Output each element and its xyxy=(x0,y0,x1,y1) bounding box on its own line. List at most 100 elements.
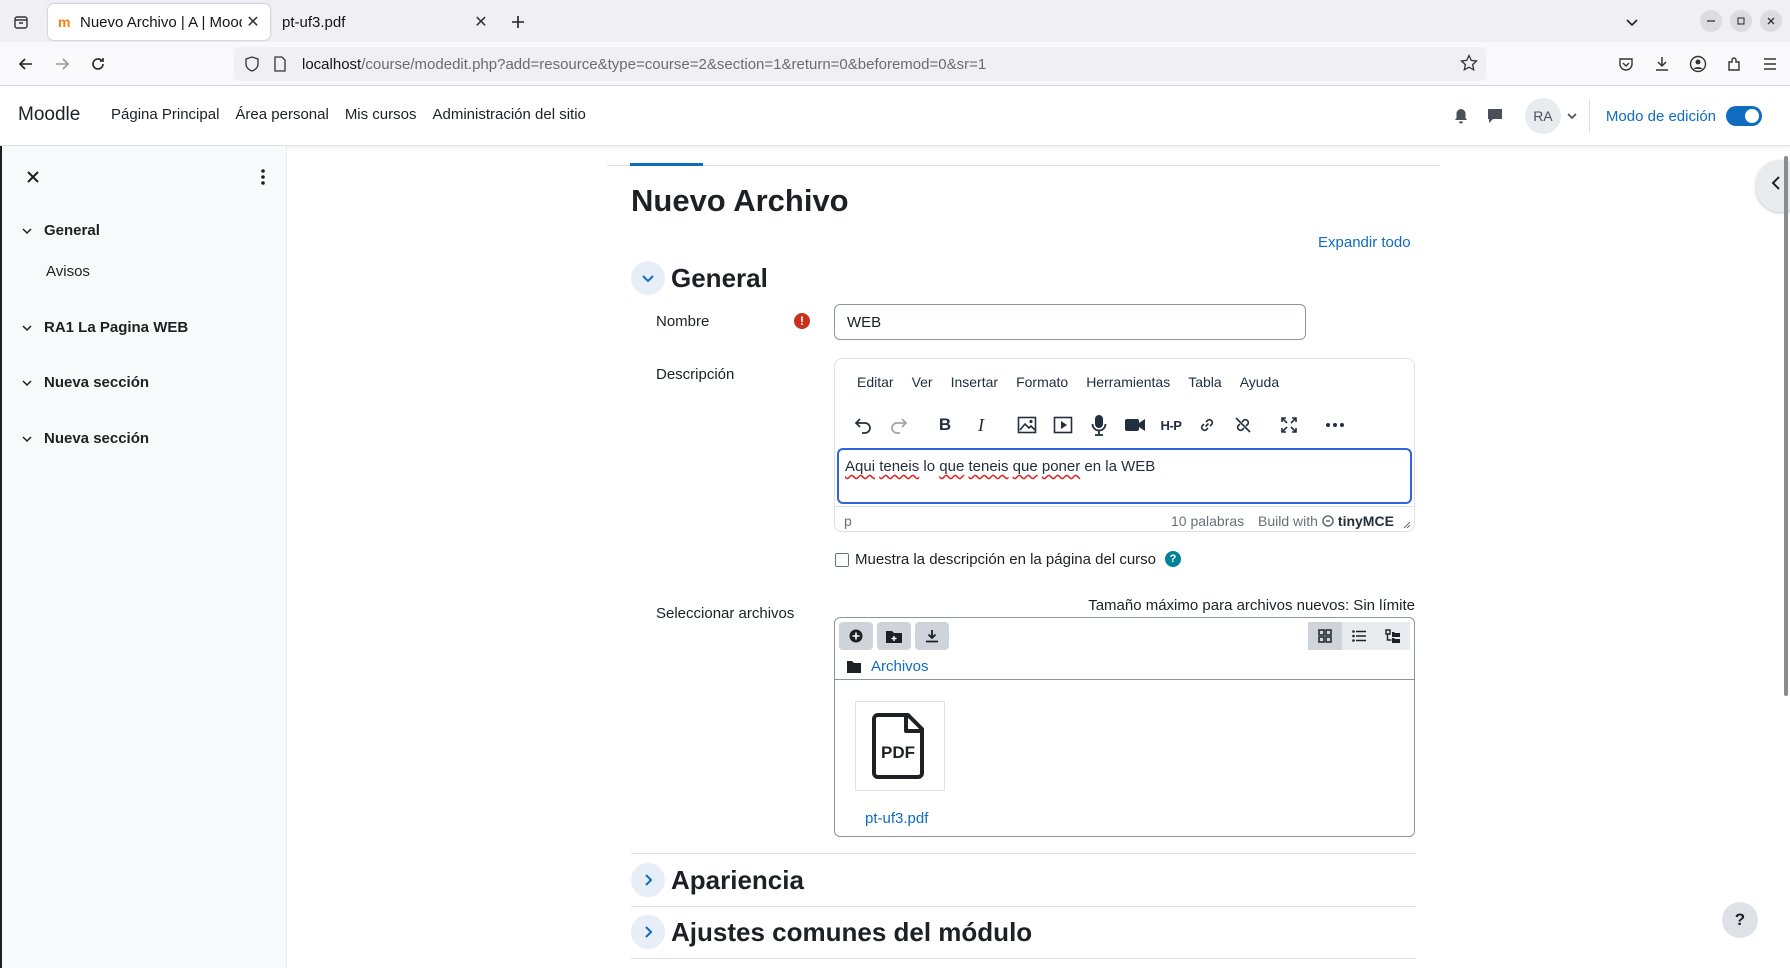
moodle-logo[interactable]: Moodle xyxy=(18,104,80,126)
media-icon[interactable] xyxy=(1049,411,1077,439)
address-bar[interactable]: localhost/course/modedit.php?add=resourc… xyxy=(234,47,1486,81)
unlink-icon[interactable] xyxy=(1229,411,1257,439)
editor-menu-view[interactable]: Ver xyxy=(912,374,933,390)
drawer-section-title: General xyxy=(44,222,100,239)
video-camera-icon[interactable] xyxy=(1121,411,1149,439)
tab-list-icon[interactable] xyxy=(10,11,32,33)
folder-breadcrumb-link[interactable]: Archivos xyxy=(871,658,929,675)
tinymce-branding[interactable]: Build with tinyMCE xyxy=(1258,513,1394,529)
close-tab-icon[interactable]: ✕ xyxy=(470,11,492,33)
show-description-checkbox[interactable] xyxy=(835,553,849,567)
close-icon[interactable] xyxy=(22,166,44,188)
drawer-item-avisos[interactable]: Avisos xyxy=(46,263,90,280)
tracking-shield-icon[interactable] xyxy=(244,56,264,72)
pocket-icon[interactable] xyxy=(1614,52,1638,76)
nav-link-my-courses[interactable]: Mis cursos xyxy=(345,106,417,123)
new-tab-icon[interactable] xyxy=(506,10,530,34)
image-icon[interactable] xyxy=(1013,411,1041,439)
page-info-icon[interactable] xyxy=(272,56,292,72)
section-general-header[interactable]: General xyxy=(631,261,768,295)
close-window-icon[interactable] xyxy=(1760,10,1782,32)
select-files-label: Seleccionar archivos xyxy=(656,605,795,622)
help-button[interactable]: ? xyxy=(1722,902,1758,938)
section-title: General xyxy=(671,262,768,293)
undo-icon[interactable] xyxy=(849,411,877,439)
page-scrollbar[interactable] xyxy=(1784,156,1788,696)
app-menu-icon[interactable] xyxy=(1758,52,1782,76)
browser-tab-active[interactable]: m Nuevo Archivo | A | Moodle ✕ xyxy=(48,4,270,40)
browser-tab-pdf[interactable]: pt-uf3.pdf ✕ xyxy=(276,4,498,40)
editor-menu-help[interactable]: Ayuda xyxy=(1240,374,1279,390)
list-view-icon[interactable] xyxy=(1342,622,1376,650)
italic-icon[interactable]: I xyxy=(967,411,995,439)
chevron-down-icon[interactable] xyxy=(22,323,36,333)
editor-content-area[interactable]: Aqui teneis lo que teneis que poner en l… xyxy=(837,448,1412,504)
redo-icon[interactable] xyxy=(885,411,913,439)
chevron-left-icon xyxy=(1770,176,1782,190)
chevron-down-icon[interactable] xyxy=(22,378,36,388)
create-folder-icon[interactable] xyxy=(877,622,911,650)
bold-icon[interactable]: B xyxy=(931,411,959,439)
primary-navigation: Página Principal Área personal Mis curso… xyxy=(111,106,586,123)
tree-view-icon[interactable] xyxy=(1376,622,1410,650)
editor-menu-format[interactable]: Formato xyxy=(1016,374,1068,390)
close-tab-icon[interactable]: ✕ xyxy=(242,11,264,33)
file-thumbnail[interactable]: PDF xyxy=(855,701,945,791)
element-path[interactable]: p xyxy=(844,513,852,529)
editor-menu-edit[interactable]: Editar xyxy=(857,374,894,390)
section-apariencia-header[interactable]: Apariencia xyxy=(631,863,804,897)
h5p-icon[interactable]: H-P xyxy=(1157,411,1185,439)
download-all-icon[interactable] xyxy=(915,622,949,650)
kebab-menu-icon[interactable] xyxy=(252,166,274,188)
chevron-right-icon[interactable] xyxy=(631,915,665,949)
chevron-down-icon[interactable] xyxy=(1567,111,1577,121)
add-file-icon[interactable] xyxy=(839,622,873,650)
nav-link-site-admin[interactable]: Administración del sitio xyxy=(433,106,586,123)
forward-icon[interactable] xyxy=(50,52,74,76)
chevron-right-icon[interactable] xyxy=(631,863,665,897)
more-options-icon[interactable] xyxy=(1321,411,1349,439)
expand-all-link[interactable]: Expandir todo xyxy=(1318,234,1411,251)
chevron-down-icon[interactable] xyxy=(631,261,665,295)
nav-link-home[interactable]: Página Principal xyxy=(111,106,219,123)
reload-icon[interactable] xyxy=(86,52,110,76)
editor-menu-insert[interactable]: Insertar xyxy=(951,374,998,390)
editor-toolbar: B I H-P xyxy=(849,411,1357,439)
microphone-icon[interactable] xyxy=(1085,411,1113,439)
minimize-icon[interactable] xyxy=(1700,10,1722,32)
chevron-down-icon[interactable] xyxy=(22,434,36,444)
bookmark-star-icon[interactable] xyxy=(1460,54,1478,72)
extensions-icon[interactable] xyxy=(1722,52,1746,76)
downloads-icon[interactable] xyxy=(1650,52,1674,76)
show-description-label[interactable]: Muestra la descripción en la página del … xyxy=(855,551,1156,568)
messages-icon[interactable] xyxy=(1483,104,1507,128)
user-avatar[interactable]: RA xyxy=(1524,98,1561,134)
editor-word: que xyxy=(939,458,965,475)
description-label: Descripción xyxy=(656,366,735,383)
nav-link-dashboard[interactable]: Área personal xyxy=(235,106,328,123)
drawer-section-general[interactable]: General xyxy=(22,222,100,239)
file-name-link[interactable]: pt-uf3.pdf xyxy=(865,810,928,827)
drawer-section-nueva-1[interactable]: Nueva sección xyxy=(22,374,149,391)
restore-icon[interactable] xyxy=(1730,10,1752,32)
section-ajustes-comunes-header[interactable]: Ajustes comunes del módulo xyxy=(631,915,1032,949)
list-all-tabs-icon[interactable] xyxy=(1620,10,1644,34)
edit-mode-toggle[interactable] xyxy=(1726,106,1762,126)
drawer-section-ra1[interactable]: RA1 La Pagina WEB xyxy=(22,319,188,336)
editor-menu-table[interactable]: Tabla xyxy=(1188,374,1221,390)
account-icon[interactable] xyxy=(1686,52,1710,76)
editor-menu-tools[interactable]: Herramientas xyxy=(1086,374,1170,390)
resize-handle-icon[interactable] xyxy=(1403,521,1411,529)
editor-statusbar: p 10 palabras Build with tinyMCE xyxy=(835,506,1414,532)
word-count[interactable]: 10 palabras xyxy=(1171,513,1244,529)
chevron-down-icon[interactable] xyxy=(22,226,36,236)
drawer-section-nueva-2[interactable]: Nueva sección xyxy=(22,430,149,447)
section-divider xyxy=(631,906,1416,907)
back-icon[interactable] xyxy=(14,52,38,76)
help-question-icon[interactable]: ? xyxy=(1165,551,1181,567)
link-icon[interactable] xyxy=(1193,411,1221,439)
grid-view-icon[interactable] xyxy=(1308,622,1342,650)
notifications-bell-icon[interactable] xyxy=(1449,104,1473,128)
fullscreen-icon[interactable] xyxy=(1275,411,1303,439)
name-input[interactable] xyxy=(834,304,1306,340)
